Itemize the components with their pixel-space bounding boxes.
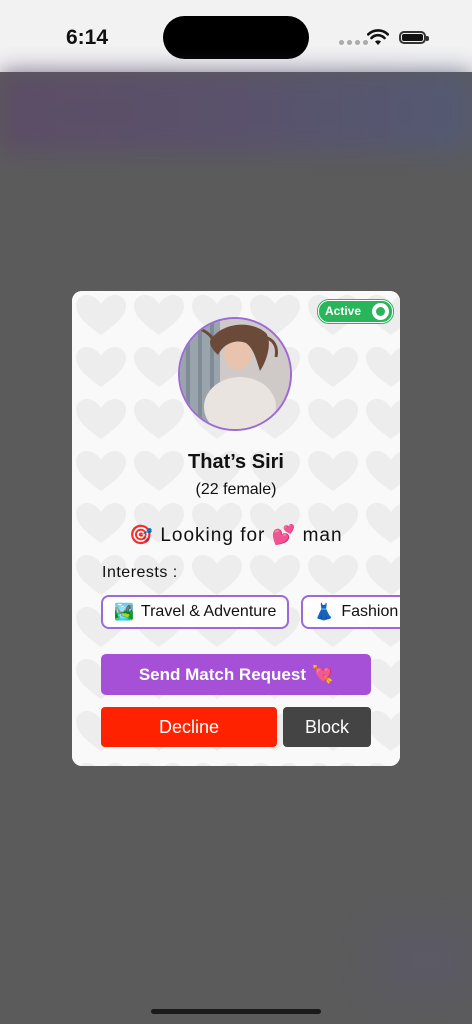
send-match-request-label: Send Match Request	[138, 664, 307, 684]
looking-for-gender: man	[302, 525, 343, 546]
status-time: 6:14	[66, 26, 109, 49]
status-bar: 6:14	[0, 0, 472, 72]
wifi-icon	[367, 29, 389, 45]
dress-icon: 👗	[314, 604, 335, 621]
home-indicator[interactable]	[151, 1009, 321, 1014]
decline-button[interactable]: Decline	[101, 707, 277, 747]
background-glow-bottom	[380, 930, 472, 990]
profile-photo	[180, 319, 290, 429]
hearts-icon: 💕	[271, 525, 297, 546]
block-button[interactable]: Block	[283, 707, 371, 747]
profile-card: Active That’s Siri (22 female) 🎯 Looking…	[72, 291, 400, 766]
active-status-label: Active	[325, 304, 362, 318]
interest-label: Fashion	[341, 603, 399, 620]
interest-label: Travel & Adventure	[140, 603, 277, 620]
toggle-knob	[372, 303, 389, 320]
background-glow	[0, 72, 472, 152]
profile-name: That’s Siri	[188, 451, 284, 473]
active-status-toggle[interactable]: Active	[318, 300, 393, 323]
send-match-request-button[interactable]: Send Match Request 💘	[101, 654, 371, 695]
avatar[interactable]	[178, 317, 292, 431]
interest-chip-fashion[interactable]: 👗 Fashion	[301, 595, 400, 629]
interest-chip-travel[interactable]: 🏞️ Travel & Adventure	[101, 595, 290, 629]
cellular-signal-icon	[339, 40, 368, 45]
interests-list[interactable]: 🏞️ Travel & Adventure 👗 Fashion	[101, 595, 400, 631]
target-icon: 🎯	[129, 525, 155, 546]
looking-for-text: Looking for	[160, 525, 266, 546]
looking-for: 🎯 Looking for 💕 man	[72, 523, 400, 547]
dynamic-island	[163, 16, 309, 59]
landscape-icon: 🏞️	[114, 604, 134, 621]
profile-age-gender: (22 female)	[195, 481, 277, 498]
battery-icon	[399, 31, 429, 44]
interests-label: Interests :	[102, 564, 178, 581]
heart-arrow-icon: 💘	[312, 664, 334, 684]
